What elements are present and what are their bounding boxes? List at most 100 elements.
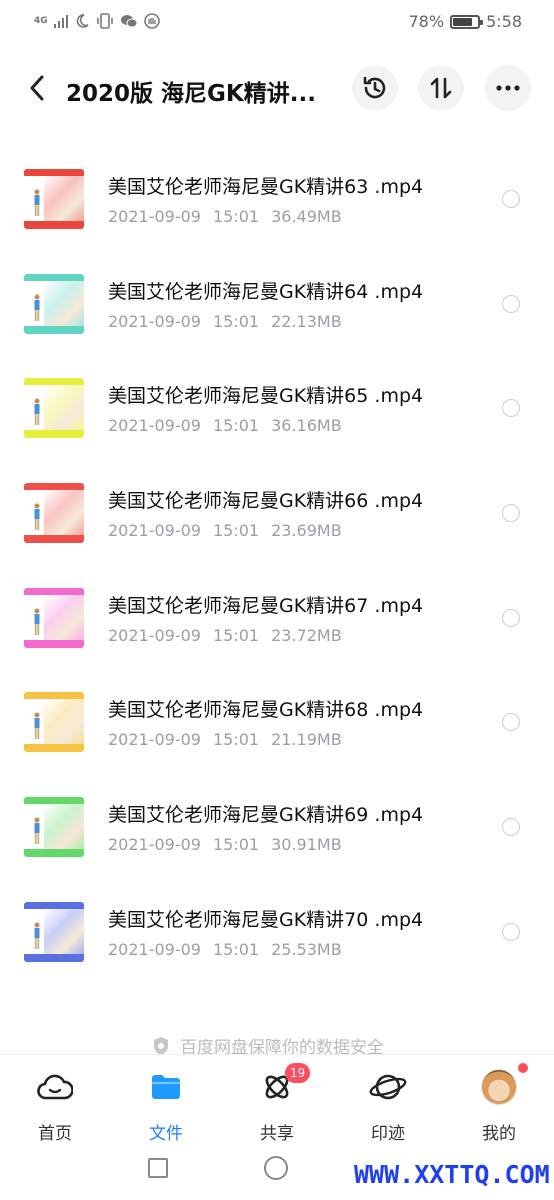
- moon-icon: [76, 14, 89, 28]
- file-size: 21.19MB: [271, 730, 342, 750]
- folder-icon: [152, 1075, 180, 1099]
- wechat-icon: [120, 15, 138, 28]
- notification-dot: [518, 1063, 528, 1073]
- file-date: 2021-09-09: [108, 521, 201, 541]
- more-button[interactable]: [485, 65, 531, 111]
- bottom-nav: 首页 文件 19 共享 印迹 我的: [0, 1054, 554, 1146]
- watermark: WWW.XXTTQ.COM: [354, 1160, 550, 1189]
- file-time: 15:01: [212, 835, 260, 855]
- video-thumbnail: [24, 273, 84, 334]
- file-name: 美国艾伦老师海尼曼GK精讲67 .mp4: [108, 594, 424, 617]
- select-radio[interactable]: [502, 818, 520, 837]
- file-row[interactable]: 美国艾伦老师海尼曼GK精讲63 .mp4 2021-09-09 15:01 36.4…: [0, 150, 554, 255]
- planet-icon: [369, 1074, 407, 1100]
- file-time: 15:01: [212, 625, 260, 645]
- battery-icon: [450, 14, 484, 29]
- file-row[interactable]: 美国艾伦老师海尼曼GK精讲66 .mp4 2021-09-09 15:01 23.6…: [0, 464, 554, 569]
- file-size: 36.16MB: [271, 416, 342, 436]
- nav-files[interactable]: 文件: [126, 1069, 206, 1144]
- file-name: 美国艾伦老师海尼曼GK精讲70 .mp4: [108, 908, 424, 931]
- file-name: 美国艾伦老师海尼曼GK精讲68 .mp4: [108, 699, 424, 722]
- video-thumbnail: [24, 169, 84, 229]
- chevron-left-icon: [30, 75, 44, 101]
- file-time: 15:01: [212, 207, 260, 226]
- file-size: 36.49MB: [271, 207, 342, 226]
- more-icon: [496, 85, 520, 91]
- file-name: 美国艾伦老师海尼曼GK精讲66 .mp4: [108, 490, 424, 513]
- nav-mine-label: 我的: [482, 1124, 516, 1144]
- file-date: 2021-09-09: [108, 311, 201, 331]
- nav-home[interactable]: 首页: [15, 1069, 95, 1144]
- home-button[interactable]: [264, 1156, 288, 1180]
- file-date: 2021-09-09: [108, 835, 201, 855]
- file-time: 15:01: [212, 311, 260, 331]
- file-meta: 2021-09-09 15:01 23.72MB: [108, 626, 354, 645]
- select-radio[interactable]: [502, 294, 520, 313]
- file-meta: 2021-09-09 15:01 25.53MB: [108, 940, 354, 959]
- share-badge: 19: [285, 1063, 311, 1083]
- select-radio[interactable]: [502, 922, 520, 941]
- file-name: 美国艾伦老师海尼曼GK精讲64 .mp4: [108, 280, 424, 303]
- nav-home-label: 首页: [38, 1124, 72, 1144]
- file-size: 30.91MB: [271, 835, 342, 855]
- system-nav: WWW.XXTTQ.COM: [0, 1146, 554, 1200]
- file-name: 美国艾伦老师海尼曼GK精讲65 .mp4: [108, 385, 424, 408]
- sort-icon: [430, 77, 452, 99]
- select-radio[interactable]: [502, 190, 520, 208]
- file-row[interactable]: 美国艾伦老师海尼曼GK精讲70 .mp4 2021-09-09 15:01 25.5…: [0, 883, 554, 988]
- signal-icon: [53, 14, 68, 28]
- file-row[interactable]: 美国艾伦老师海尼曼GK精讲67 .mp4 2021-09-09 15:01 23.7…: [0, 569, 554, 674]
- hand-icon: [143, 13, 160, 29]
- file-name: 美国艾伦老师海尼曼GK精讲63 .mp4: [108, 176, 424, 198]
- file-date: 2021-09-09: [108, 416, 201, 436]
- nav-mine[interactable]: 我的: [459, 1063, 539, 1144]
- file-size: 23.69MB: [271, 521, 342, 541]
- back-button[interactable]: [22, 68, 52, 108]
- history-icon: [363, 76, 386, 99]
- file-row[interactable]: 美国艾伦老师海尼曼GK精讲69 .mp4 2021-09-09 15:01 30.9…: [0, 778, 554, 883]
- avatar: [481, 1069, 517, 1105]
- file-size: 22.13MB: [271, 311, 342, 331]
- nav-traces[interactable]: 印迹: [348, 1069, 428, 1144]
- page-title: 2020版 海尼GK精讲...: [66, 81, 316, 107]
- video-thumbnail: [24, 378, 84, 439]
- nav-traces-label: 印迹: [371, 1124, 405, 1144]
- file-row[interactable]: 美国艾伦老师海尼曼GK精讲65 .mp4 2021-09-09 15:01 36.1…: [0, 359, 554, 464]
- file-time: 15:01: [212, 730, 260, 750]
- cloud-icon: [37, 1074, 73, 1100]
- video-thumbnail: [24, 587, 84, 648]
- select-radio[interactable]: [502, 608, 520, 627]
- recent-apps-button[interactable]: [148, 1158, 168, 1178]
- file-meta: 2021-09-09 15:01 21.19MB: [108, 730, 354, 749]
- history-button[interactable]: [352, 65, 398, 111]
- file-meta: 2021-09-09 15:01 23.69MB: [108, 521, 354, 540]
- select-radio[interactable]: [502, 504, 520, 523]
- file-date: 2021-09-09: [108, 730, 201, 750]
- video-thumbnail: [24, 797, 84, 858]
- file-row[interactable]: 美国艾伦老师海尼曼GK精讲68 .mp4 2021-09-09 15:01 21.1…: [0, 673, 554, 778]
- nav-files-label: 文件: [149, 1124, 183, 1144]
- video-thumbnail: [24, 483, 84, 544]
- file-meta: 2021-09-09 15:01 36.16MB: [108, 416, 354, 435]
- file-date: 2021-09-09: [108, 939, 201, 959]
- file-date: 2021-09-09: [108, 625, 201, 645]
- clock: 5:58: [486, 12, 522, 31]
- file-time: 15:01: [212, 939, 260, 959]
- video-thumbnail: [24, 692, 84, 753]
- header: 2020版 海尼GK精讲...: [0, 60, 554, 116]
- nav-share[interactable]: 19 共享: [237, 1063, 317, 1144]
- network-label: 4G: [34, 15, 48, 26]
- sort-button[interactable]: [418, 65, 464, 111]
- file-row[interactable]: 美国艾伦老师海尼曼GK精讲64 .mp4 2021-09-09 15:01 22.1…: [0, 255, 554, 360]
- select-radio[interactable]: [502, 399, 520, 418]
- file-meta: 2021-09-09 15:01 36.49MB: [108, 207, 354, 226]
- vibrate-icon: [96, 13, 113, 29]
- file-meta: 2021-09-09 15:01 30.91MB: [108, 835, 354, 854]
- file-meta: 2021-09-09 15:01 22.13MB: [108, 312, 354, 331]
- file-time: 15:01: [212, 416, 260, 436]
- file-time: 15:01: [212, 521, 260, 541]
- file-size: 23.72MB: [271, 625, 342, 645]
- file-date: 2021-09-09: [108, 207, 201, 226]
- select-radio[interactable]: [502, 713, 520, 732]
- nav-share-label: 共享: [260, 1124, 294, 1144]
